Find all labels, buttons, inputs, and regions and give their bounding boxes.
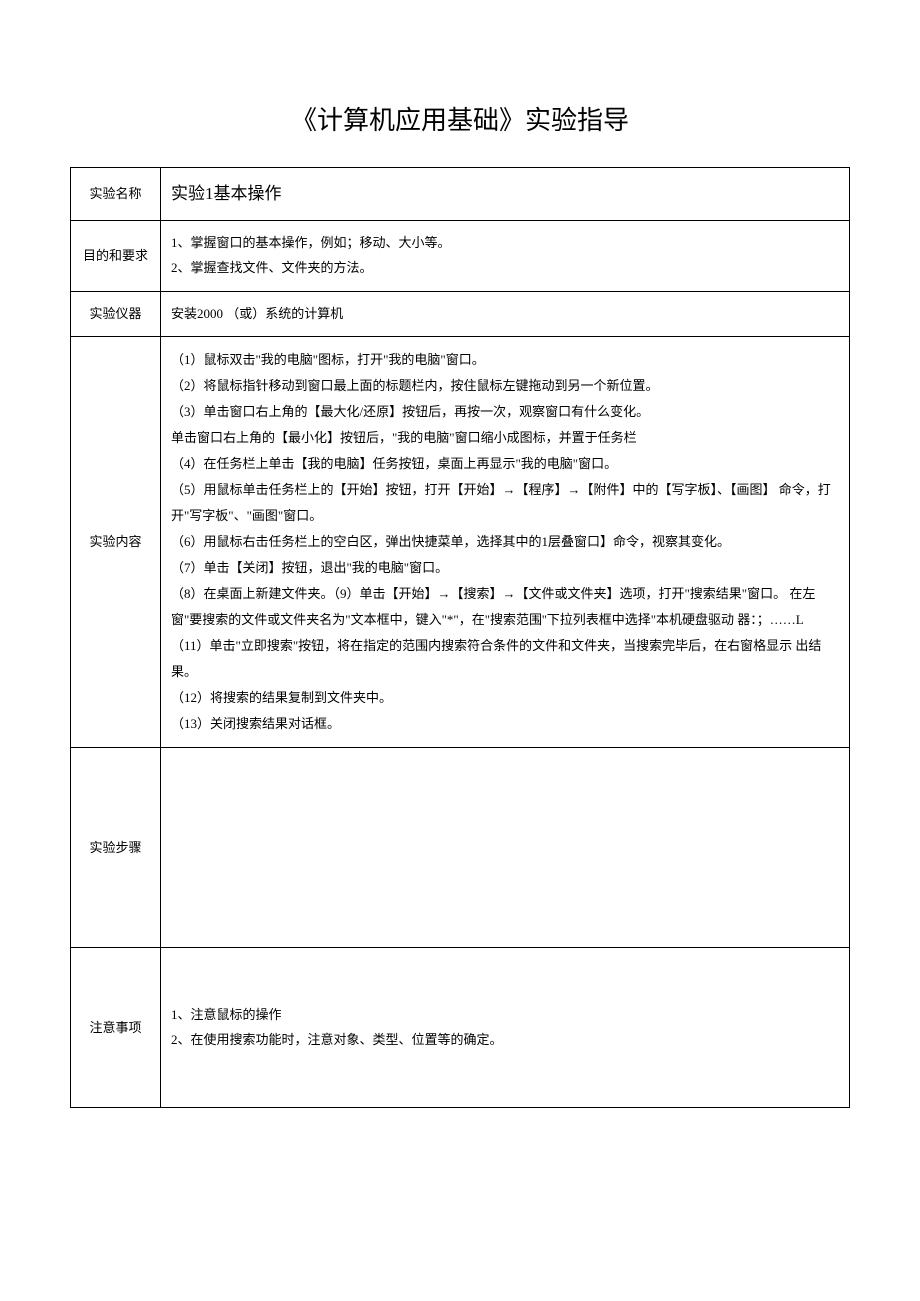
purpose-line: 1、掌握窗口的基本操作，例如；移动、大小等。 [171,231,839,256]
row-label-equipment: 实验仪器 [71,291,161,337]
content-line: （5）用鼠标单击任务栏上的【开始】按钮，打开【开始】→【程序】→【附件】中的【写… [171,477,839,529]
content-line: （13）关闭搜索结果对话框。 [171,711,839,737]
content-line: 单击窗口右上角的【最小化】按钮后，"我的电脑"窗口缩小成图标，并置于任务栏 [171,425,839,451]
row-label-purpose: 目的和要求 [71,221,161,291]
content-line: （12）将搜索的结果复制到文件夹中。 [171,685,839,711]
content-line: （4）在任务栏上单击【我的电脑】任务按钮，桌面上再显示"我的电脑"窗口。 [171,451,839,477]
equipment-value: 安装2000 （或）系统的计算机 [161,291,850,337]
purpose-value: 1、掌握窗口的基本操作，例如；移动、大小等。 2、掌握查找文件、文件夹的方法。 [161,221,850,291]
content-line: （6）用鼠标右击任务栏上的空白区，弹出快捷菜单，选择其中的1层叠窗口】命令，视察… [171,529,839,555]
notice-value: 1、注意鼠标的操作 2、在使用搜索功能时，注意对象、类型、位置等的确定。 [161,948,850,1108]
purpose-line: 2、掌握查找文件、文件夹的方法。 [171,256,839,281]
row-label-steps: 实验步骤 [71,748,161,948]
content-value: （1）鼠标双击"我的电脑"图标，打开"我的电脑"窗口。 （2）将鼠标指针移动到窗… [161,337,850,748]
content-line: （7）单击【关闭】按钮，退出"我的电脑"窗口。 [171,555,839,581]
table-row: 实验仪器 安装2000 （或）系统的计算机 [71,291,850,337]
content-line: （3）单击窗口右上角的【最大化/还原】按钮后，再按一次，观察窗口有什么变化。 [171,399,839,425]
table-row: 实验名称 实验1基本操作 [71,168,850,221]
row-label-content: 实验内容 [71,337,161,748]
notice-line: 1、注意鼠标的操作 [171,1003,839,1028]
content-line: （2）将鼠标指针移动到窗口最上面的标题栏内，按住鼠标左键拖动到另一个新位置。 [171,373,839,399]
experiment-name-value: 实验1基本操作 [161,168,850,221]
notice-line: 2、在使用搜索功能时，注意对象、类型、位置等的确定。 [171,1028,839,1053]
row-label-notice: 注意事项 [71,948,161,1108]
experiment-table: 实验名称 实验1基本操作 目的和要求 1、掌握窗口的基本操作，例如；移动、大小等… [70,167,850,1108]
table-row: 注意事项 1、注意鼠标的操作 2、在使用搜索功能时，注意对象、类型、位置等的确定… [71,948,850,1108]
row-label-name: 实验名称 [71,168,161,221]
steps-value [161,748,850,948]
content-line: （8）在桌面上新建文件夹。（9）单击【开始】→【搜索】→【文件或文件夹】选项，打… [171,581,839,633]
table-row: 实验步骤 [71,748,850,948]
table-row: 目的和要求 1、掌握窗口的基本操作，例如；移动、大小等。 2、掌握查找文件、文件… [71,221,850,291]
content-line: （11）单击"立即搜索"按钮，将在指定的范围内搜索符合条件的文件和文件夹，当搜索… [171,633,839,685]
document-title: 《计算机应用基础》实验指导 [70,100,850,137]
table-row: 实验内容 （1）鼠标双击"我的电脑"图标，打开"我的电脑"窗口。 （2）将鼠标指… [71,337,850,748]
content-line: （1）鼠标双击"我的电脑"图标，打开"我的电脑"窗口。 [171,347,839,373]
